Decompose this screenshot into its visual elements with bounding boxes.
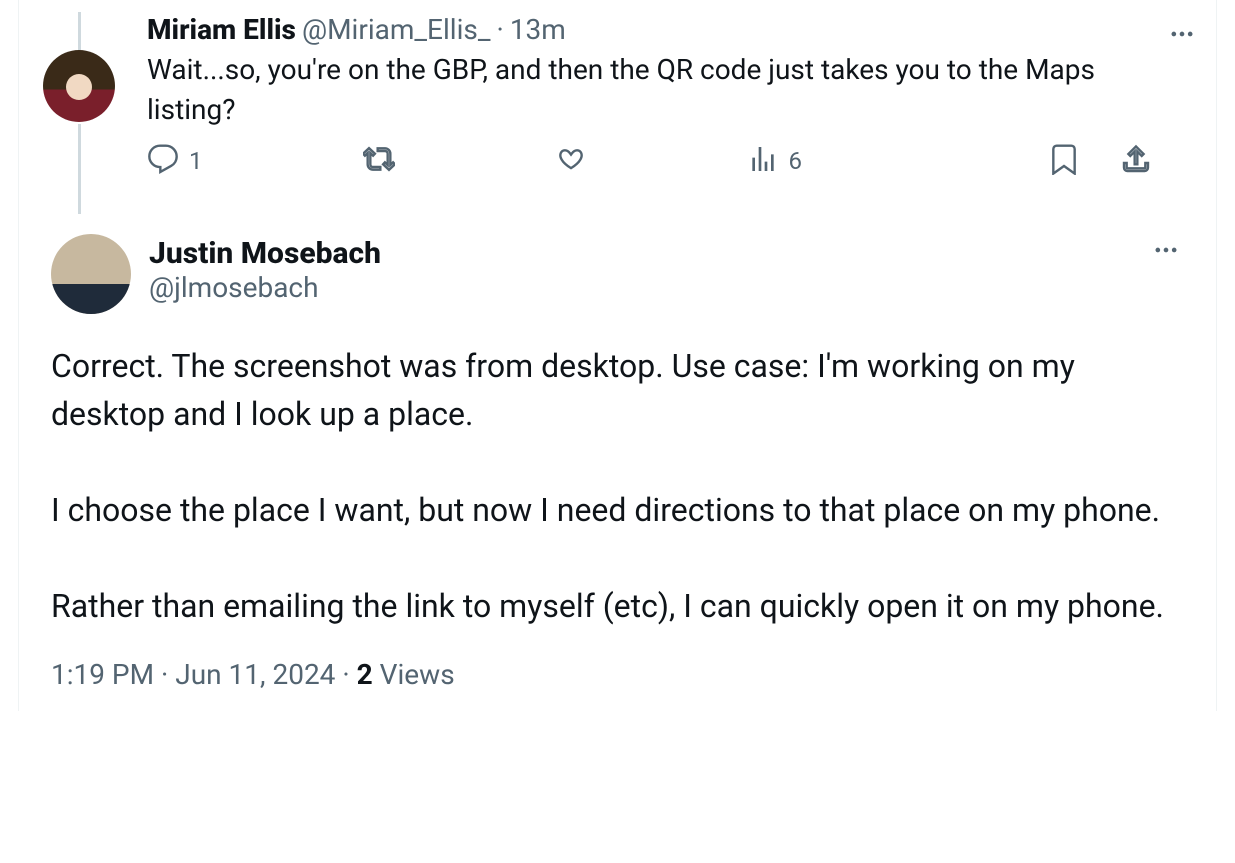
tweet-header: Miriam Ellis @Miriam_Ellis_ · 13m xyxy=(147,12,1152,48)
user-names: Justin Mosebach @jlmosebach xyxy=(149,234,381,304)
action-group-right xyxy=(1048,143,1152,179)
reply-button[interactable]: 1 xyxy=(147,143,203,179)
bookmark-button[interactable] xyxy=(1048,143,1080,179)
tweet-metadata[interactable]: 1:19 PM · Jun 11, 2024 · 2 Views xyxy=(51,658,1184,691)
more-column xyxy=(1160,12,1200,214)
share-icon xyxy=(1120,143,1152,179)
more-button[interactable] xyxy=(1164,18,1200,54)
tweet-text: Correct. The screenshot was from desktop… xyxy=(51,342,1184,630)
display-name[interactable]: Miriam Ellis xyxy=(147,12,296,48)
tweet-content: Miriam Ellis @Miriam_Ellis_ · 13m Wait..… xyxy=(123,12,1160,214)
thread-connector-bottom xyxy=(78,124,81,214)
views-label: Views xyxy=(373,658,455,691)
heart-icon xyxy=(555,143,587,179)
parent-tweet[interactable]: Miriam Ellis @Miriam_Ellis_ · 13m Wait..… xyxy=(19,0,1216,218)
main-tweet-header: Justin Mosebach @jlmosebach xyxy=(51,234,1184,314)
retweet-icon xyxy=(363,143,395,179)
user-handle[interactable]: @Miriam_Ellis_ xyxy=(302,12,491,48)
display-name[interactable]: Justin Mosebach xyxy=(149,236,381,271)
more-icon xyxy=(1152,236,1180,268)
timestamp[interactable]: 13m xyxy=(510,12,566,48)
share-button[interactable] xyxy=(1120,143,1152,179)
analytics-icon xyxy=(747,143,779,179)
reply-icon xyxy=(147,143,179,179)
like-button[interactable] xyxy=(555,143,587,179)
separator: · xyxy=(335,658,356,691)
views-button[interactable]: 6 xyxy=(747,143,803,179)
views-count: 6 xyxy=(789,147,803,175)
timestamp: 1:19 PM · Jun 11, 2024 xyxy=(51,658,335,691)
avatar[interactable] xyxy=(51,234,131,314)
tweet-actions: 1 xyxy=(147,129,1152,187)
action-group-left: 1 xyxy=(147,143,802,179)
user-handle[interactable]: @jlmosebach xyxy=(149,271,381,304)
more-button[interactable] xyxy=(1148,234,1184,270)
avatar-column xyxy=(35,12,123,214)
avatar[interactable] xyxy=(43,50,115,122)
reply-count: 1 xyxy=(189,147,203,175)
views-number: 2 xyxy=(357,658,373,691)
bookmark-icon xyxy=(1048,143,1080,179)
main-tweet: Justin Mosebach @jlmosebach Correct. The… xyxy=(19,218,1216,691)
tweet-text: Wait...so, you're on the GBP, and then t… xyxy=(147,50,1152,128)
thread-connector-top xyxy=(78,12,81,50)
tweet-thread: Miriam Ellis @Miriam_Ellis_ · 13m Wait..… xyxy=(18,0,1217,711)
more-icon xyxy=(1168,20,1196,52)
retweet-button[interactable] xyxy=(363,143,395,179)
separator-dot: · xyxy=(496,12,503,48)
